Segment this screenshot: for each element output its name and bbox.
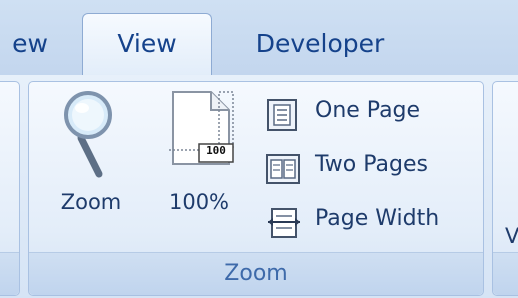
next-group-caption bbox=[493, 252, 518, 295]
previous-group bbox=[0, 81, 20, 296]
zoom-group-caption: Zoom bbox=[29, 252, 483, 295]
one-page-icon bbox=[267, 99, 297, 131]
zoom-button[interactable]: Zoom bbox=[43, 82, 139, 242]
two-pages-label: Two Pages bbox=[315, 152, 428, 177]
previous-group-caption bbox=[0, 252, 19, 295]
tab-view[interactable]: View bbox=[82, 13, 212, 76]
page-100-icon-text: 100 bbox=[206, 144, 226, 157]
page-width-label: Page Width bbox=[315, 206, 440, 231]
two-pages-icon bbox=[266, 154, 300, 184]
zoom-100-button-label: 100% bbox=[168, 190, 230, 214]
one-page-label: One Page bbox=[315, 98, 421, 123]
magnifier-icon bbox=[64, 91, 112, 178]
tab-developer[interactable]: Developer bbox=[244, 18, 396, 70]
next-group-partial-label[interactable]: V bbox=[505, 224, 518, 248]
page-width-icon bbox=[268, 208, 300, 238]
two-pages-button[interactable]: Two Pages bbox=[265, 148, 475, 188]
one-page-button[interactable]: One Page bbox=[265, 94, 475, 134]
ribbon-tab-bar: ew View Developer bbox=[0, 0, 518, 76]
page-width-button[interactable]: Page Width bbox=[265, 202, 475, 242]
ribbon-panel: Zoom 100 100% One Page Two Pages Page Wi… bbox=[0, 75, 518, 298]
tab-review[interactable]: ew bbox=[0, 18, 48, 70]
zoom-100-button[interactable]: 100 100% bbox=[153, 82, 245, 242]
zoom-button-label: Zoom bbox=[60, 190, 122, 214]
zoom-group: Zoom 100 100% One Page Two Pages Page Wi… bbox=[28, 81, 484, 296]
next-group: V bbox=[492, 81, 518, 296]
